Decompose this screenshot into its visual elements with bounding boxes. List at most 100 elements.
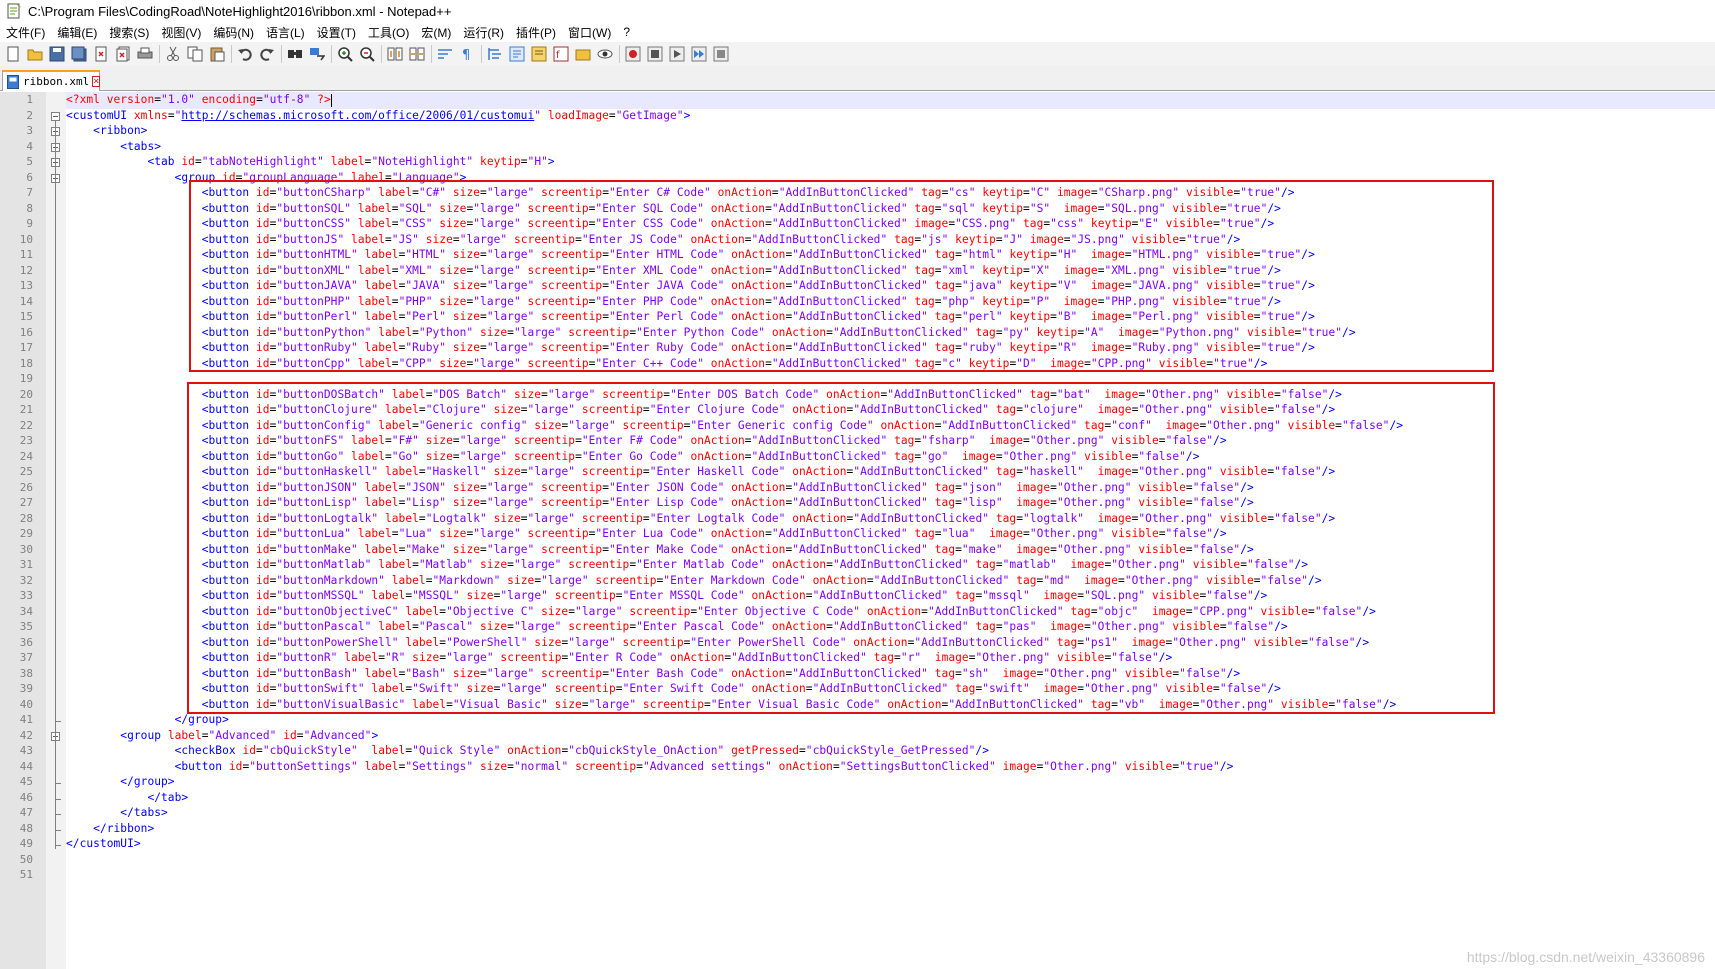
menu-item-12[interactable]: ? bbox=[617, 25, 636, 39]
editor[interactable]: 1 2 3 4 5 6 7 8 9 10 11 12 13 14 15 16 17 18 19 20 21 22 23 24 2… bbox=[0, 92, 1715, 969]
replace-icon[interactable] bbox=[308, 45, 326, 63]
user-lang-icon[interactable] bbox=[508, 45, 526, 63]
code-line[interactable]: </group> bbox=[66, 775, 175, 788]
line-number: 3 bbox=[26, 124, 33, 137]
code-line[interactable]: </tabs> bbox=[66, 806, 168, 819]
line-number: 8 bbox=[26, 201, 33, 215]
paste-icon[interactable] bbox=[208, 45, 226, 63]
save-all-icon[interactable] bbox=[70, 45, 88, 63]
function-list-icon[interactable]: f bbox=[552, 45, 570, 63]
sync-vertical-icon[interactable] bbox=[386, 45, 404, 63]
open-file-icon[interactable] bbox=[26, 45, 44, 63]
line-number: 11 bbox=[19, 248, 33, 261]
menu-item-5[interactable]: 语言(L) bbox=[260, 24, 311, 41]
line-number: 34 bbox=[19, 604, 33, 618]
play-macro-icon[interactable] bbox=[668, 45, 686, 63]
fold-end-marker bbox=[55, 829, 61, 831]
fold-end-marker bbox=[55, 721, 61, 722]
line-number: 24 bbox=[19, 449, 33, 463]
menu-item-3[interactable]: 视图(V) bbox=[155, 24, 207, 41]
line-number: 45 bbox=[19, 775, 33, 788]
menu-item-11[interactable]: 窗口(W) bbox=[562, 24, 617, 41]
menu-item-2[interactable]: 搜索(S) bbox=[103, 24, 155, 41]
fold-toggle-icon[interactable] bbox=[51, 111, 60, 121]
word-wrap-icon[interactable] bbox=[436, 45, 454, 63]
code-line[interactable]: <tab id="tabNoteHighlight" label="NoteHi… bbox=[66, 155, 555, 168]
redo-icon[interactable] bbox=[258, 45, 276, 63]
menu-item-10[interactable]: 插件(P) bbox=[510, 24, 562, 41]
zoom-in-icon[interactable] bbox=[336, 45, 354, 63]
line-number: 9 bbox=[26, 217, 33, 230]
tab-close-icon[interactable]: × bbox=[92, 76, 101, 87]
toolbar-separator bbox=[159, 45, 160, 63]
menu-item-9[interactable]: 运行(R) bbox=[457, 24, 510, 41]
line-number: 40 bbox=[19, 697, 33, 711]
sync-horizontal-icon[interactable] bbox=[408, 45, 426, 63]
code-line[interactable]: <ribbon> bbox=[66, 124, 147, 137]
doc-map-icon[interactable] bbox=[530, 45, 548, 63]
play-multiple-icon[interactable] bbox=[690, 45, 708, 63]
indent-guide-icon[interactable] bbox=[486, 45, 504, 63]
notepadpp-app-icon bbox=[6, 3, 22, 19]
code-line[interactable]: <tabs> bbox=[66, 140, 161, 153]
undo-icon[interactable] bbox=[236, 45, 254, 63]
code-line[interactable]: <group label="Advanced" id="Advanced"> bbox=[66, 729, 378, 742]
code-line[interactable]: <button id="buttonSettings" label="Setti… bbox=[66, 760, 1234, 773]
line-number: 12 bbox=[19, 263, 33, 277]
highlight-box-visible-languages bbox=[189, 180, 1494, 372]
zoom-out-icon[interactable] bbox=[358, 45, 376, 63]
menu-bar: 文件(F) 编辑(E) 搜索(S) 视图(V) 编码(N) 语言(L) 设置(T) 工具(O)… bbox=[0, 22, 1715, 42]
line-number: 27 bbox=[19, 496, 33, 509]
code-line[interactable]: </customUI> bbox=[66, 837, 141, 850]
line-number: 6 bbox=[26, 170, 33, 184]
line-number: 35 bbox=[19, 620, 33, 633]
stop-record-icon[interactable] bbox=[646, 45, 664, 63]
find-icon[interactable] bbox=[286, 45, 304, 63]
close-icon[interactable] bbox=[92, 45, 110, 63]
save-macro-icon[interactable] bbox=[712, 45, 730, 63]
copy-icon[interactable] bbox=[186, 45, 204, 63]
menu-item-0[interactable]: 文件(F) bbox=[0, 24, 51, 41]
line-number: 19 bbox=[19, 372, 33, 385]
menu-item-4[interactable]: 编码(N) bbox=[207, 24, 260, 41]
code-line[interactable]: <customUI xmlns="http://schemas.microsof… bbox=[66, 109, 690, 122]
code-line[interactable]: </ribbon> bbox=[66, 822, 154, 835]
line-number: 15 bbox=[19, 310, 33, 323]
tab-bar: ribbon.xml × bbox=[0, 66, 1715, 91]
fold-end-marker bbox=[55, 783, 61, 784]
folder-workspace-icon[interactable] bbox=[574, 45, 592, 63]
line-number: 29 bbox=[19, 527, 33, 540]
menu-item-1[interactable]: 编辑(E) bbox=[51, 24, 103, 41]
save-icon[interactable] bbox=[48, 45, 66, 63]
toolbar-separator bbox=[481, 45, 482, 63]
line-number: 23 bbox=[19, 434, 33, 447]
line-number: 51 bbox=[19, 868, 33, 881]
new-file-icon[interactable] bbox=[4, 45, 22, 63]
line-number: 21 bbox=[19, 403, 33, 416]
menu-item-8[interactable]: 宏(M) bbox=[415, 24, 457, 41]
tab-ribbon-xml[interactable]: ribbon.xml × bbox=[2, 70, 101, 91]
show-all-chars-icon[interactable]: ¶ bbox=[458, 45, 476, 63]
menu-item-7[interactable]: 工具(O) bbox=[362, 24, 415, 41]
fold-margin[interactable] bbox=[46, 92, 66, 969]
line-number: 25 bbox=[19, 465, 33, 478]
line-number: 36 bbox=[19, 635, 33, 649]
code-line[interactable]: </tab> bbox=[66, 791, 188, 804]
menu-item-6[interactable]: 设置(T) bbox=[311, 24, 362, 41]
line-number: 37 bbox=[19, 651, 33, 664]
cut-icon[interactable] bbox=[164, 45, 182, 63]
close-all-icon[interactable] bbox=[114, 45, 132, 63]
line-number: 14 bbox=[19, 294, 33, 308]
code-line[interactable]: <checkBox id="cbQuickStyle" label="Quick… bbox=[66, 744, 989, 757]
code-line[interactable]: <?xml version="1.0" encoding="utf-8" ?> bbox=[66, 93, 332, 107]
record-macro-icon[interactable] bbox=[624, 45, 642, 63]
line-number: 26 bbox=[19, 480, 33, 494]
code-line[interactable]: </group> bbox=[66, 713, 229, 726]
monitor-icon[interactable] bbox=[596, 45, 614, 63]
line-number: 4 bbox=[26, 139, 33, 153]
print-icon[interactable] bbox=[136, 45, 154, 63]
line-number: 7 bbox=[26, 186, 33, 199]
fold-end-marker bbox=[55, 814, 61, 815]
line-number: 42 bbox=[19, 728, 33, 742]
line-number: 39 bbox=[19, 682, 33, 695]
